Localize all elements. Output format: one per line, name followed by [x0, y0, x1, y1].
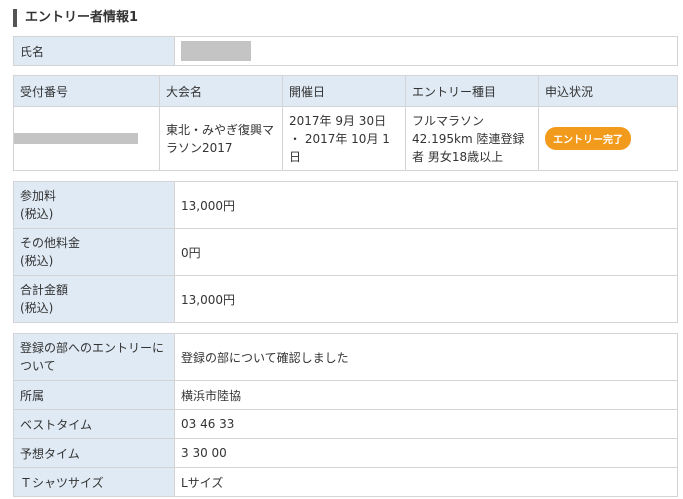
- detail-value-registration: 登録の部について確認しました: [174, 333, 678, 381]
- detail-value-best-time: 03 46 33: [174, 409, 678, 439]
- detail-value-affiliation: 横浜市陸協: [174, 380, 678, 410]
- entry-header-row: 受付番号 大会名 開催日 エントリー種目 申込状況: [13, 75, 678, 107]
- detail-label-affiliation: 所属: [13, 380, 175, 410]
- header-application-status: 申込状況: [538, 75, 678, 107]
- detail-label-expected-time: 予想タイム: [13, 438, 175, 468]
- name-redacted: [181, 41, 251, 61]
- name-label: 氏名: [13, 36, 175, 66]
- detail-row: Ｔシャツサイズ Lサイズ: [13, 467, 678, 497]
- fee-row: 合計金額 (税込) 13,000円: [13, 275, 678, 323]
- fee-label-other: その他料金 (税込): [13, 228, 175, 276]
- fee-value-other: 0円: [174, 228, 678, 276]
- receipt-number-cell: [13, 106, 160, 171]
- entry-row: 東北・みやぎ復興マラソン2017 2017年 9月 30日 ・ 2017年 10…: [13, 106, 678, 171]
- detail-value-tshirt-size: Lサイズ: [174, 467, 678, 497]
- event-date-cell: 2017年 9月 30日 ・ 2017年 10月 1日: [282, 106, 406, 171]
- event-name-cell: 東北・みやぎ復興マラソン2017: [159, 106, 283, 171]
- entry-table: 受付番号 大会名 開催日 エントリー種目 申込状況 東北・みやぎ復興マラソン20…: [13, 75, 678, 171]
- name-value: [174, 36, 678, 66]
- header-entry-category: エントリー種目: [405, 75, 539, 107]
- detail-label-registration: 登録の部へのエントリーについて: [13, 333, 175, 381]
- details-table: 登録の部へのエントリーについて 登録の部について確認しました 所属 横浜市陸協 …: [13, 333, 678, 497]
- detail-label-best-time: ベストタイム: [13, 409, 175, 439]
- detail-row: 所属 横浜市陸協: [13, 380, 678, 410]
- fees-table: 参加料 (税込) 13,000円 その他料金 (税込) 0円 合計金額 (税込)…: [13, 181, 678, 323]
- detail-row: 登録の部へのエントリーについて 登録の部について確認しました: [13, 333, 678, 381]
- fee-row: その他料金 (税込) 0円: [13, 228, 678, 276]
- header-receipt-number: 受付番号: [13, 75, 160, 107]
- receipt-number-redacted: [14, 133, 138, 144]
- entry-category-cell: フルマラソン 42.195km 陸連登録者 男女18歳以上: [405, 106, 539, 171]
- section-title: エントリー者情報1: [13, 9, 138, 27]
- fee-value-participation: 13,000円: [174, 181, 678, 229]
- detail-row: 予想タイム 3 30 00: [13, 438, 678, 468]
- fee-label-participation: 参加料 (税込): [13, 181, 175, 229]
- detail-value-expected-time: 3 30 00: [174, 438, 678, 468]
- fee-label-total: 合計金額 (税込): [13, 275, 175, 323]
- header-event-name: 大会名: [159, 75, 283, 107]
- status-badge: エントリー完了: [545, 127, 631, 150]
- detail-label-tshirt-size: Ｔシャツサイズ: [13, 467, 175, 497]
- status-cell: エントリー完了: [538, 106, 678, 171]
- fee-value-total: 13,000円: [174, 275, 678, 323]
- detail-row: ベストタイム 03 46 33: [13, 409, 678, 439]
- name-table: 氏名: [13, 36, 678, 66]
- fee-row: 参加料 (税込) 13,000円: [13, 181, 678, 229]
- header-event-date: 開催日: [282, 75, 406, 107]
